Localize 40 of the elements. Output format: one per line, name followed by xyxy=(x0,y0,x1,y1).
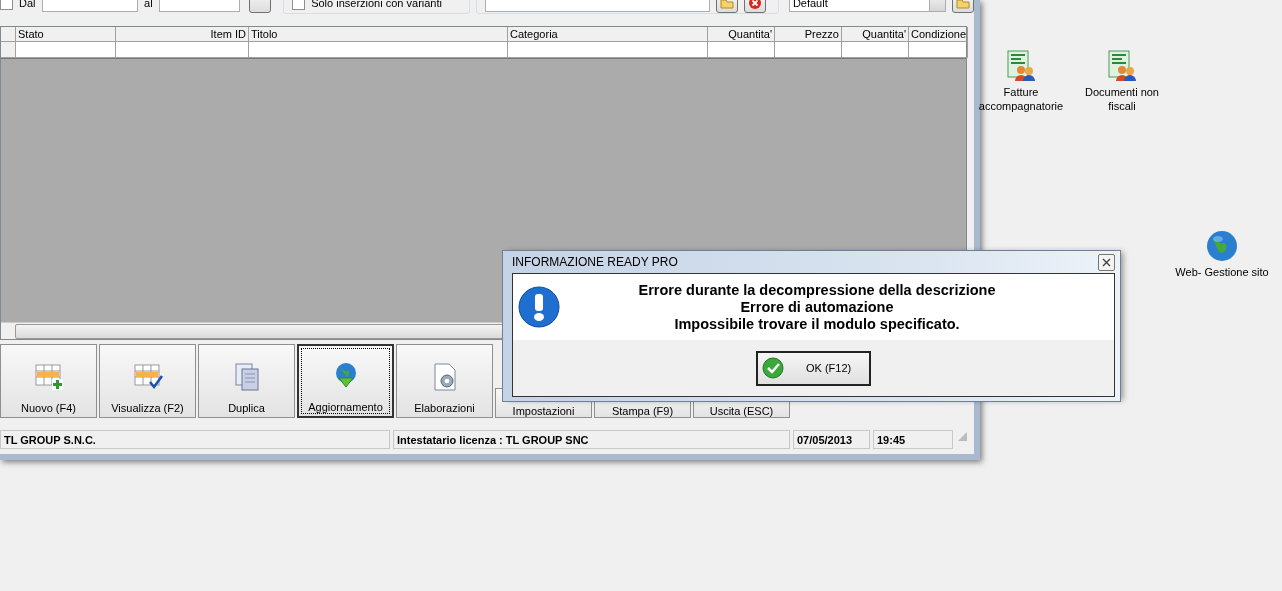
table-cell xyxy=(842,42,909,58)
toolbar-button[interactable]: Aggiornamento xyxy=(297,344,394,418)
message-text: Errore di automazione xyxy=(740,298,894,316)
checkbox[interactable] xyxy=(0,0,13,10)
layout-dropdown[interactable]: Default xyxy=(788,0,947,12)
checkbox[interactable] xyxy=(292,0,306,10)
document-people-icon xyxy=(1005,50,1037,82)
toolbar-button[interactable]: Visualizza (F2) xyxy=(99,344,196,418)
table-cell xyxy=(708,42,775,58)
table-plus-icon xyxy=(33,362,64,392)
close-icon xyxy=(748,0,763,10)
globe-icon xyxy=(1206,230,1238,262)
message-text: Errore durante la decompressione della descrizione xyxy=(638,281,996,299)
checkmark-icon xyxy=(762,357,784,379)
toolbar-button[interactable]: Duplica xyxy=(198,344,295,418)
close-icon xyxy=(1102,257,1111,267)
status-panel: 19:45 xyxy=(873,430,953,449)
desktop-icon-label[interactable]: Fatture accompagnatorie xyxy=(971,85,1071,113)
message-text: Impossibile trovare il modulo specificato. xyxy=(674,315,960,333)
row-header[interactable] xyxy=(1,42,16,58)
exclamation-icon xyxy=(518,286,560,328)
close-button[interactable] xyxy=(1098,253,1115,271)
desktop-icon-label[interactable]: Documenti non fiscali xyxy=(1072,85,1172,113)
table-row[interactable] xyxy=(1,42,966,59)
status-panel: 07/05/2013 xyxy=(793,430,870,449)
dialog-title: INFORMAZIONE READY PRO xyxy=(512,255,678,269)
checkbox-label: Solo inserzioni con varianti xyxy=(311,0,442,9)
desktop-icon-label[interactable]: Web- Gestione sito xyxy=(1175,265,1269,279)
document-people-icon xyxy=(1106,50,1138,82)
status-panel: TL GROUP S.N.C. xyxy=(0,430,390,449)
ok-button[interactable]: OK (F12) xyxy=(756,350,871,386)
toolbar-button[interactable]: Elaborazioni xyxy=(396,344,493,418)
status-panel: Intestatario licenza : TL GROUP SNC xyxy=(393,430,790,449)
folder-icon xyxy=(720,0,735,9)
date-label: al xyxy=(144,0,153,9)
folder-icon xyxy=(956,0,971,9)
resize-grip-icon xyxy=(956,430,968,442)
table-cell xyxy=(775,42,842,58)
date-label: Dal xyxy=(19,0,36,9)
toolbar-button[interactable]: Nuovo (F4) xyxy=(0,344,97,418)
